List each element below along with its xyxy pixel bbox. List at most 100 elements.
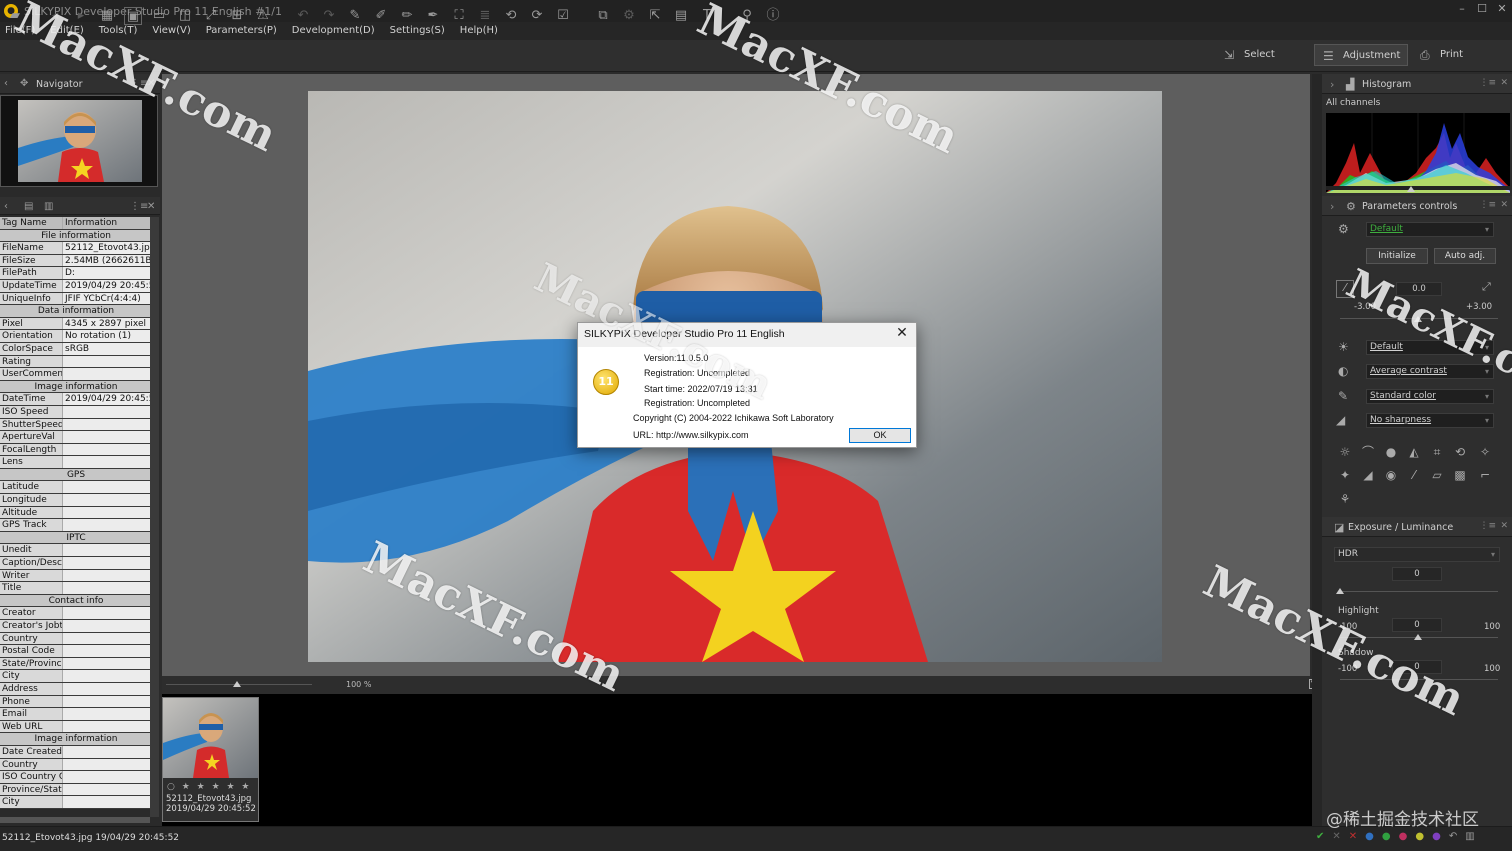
info-row[interactable]: Creator [0, 607, 150, 620]
warning-icon[interactable]: ⚠ [254, 7, 272, 25]
auto-exposure-icon[interactable]: ⤢ [1482, 280, 1491, 294]
info-hscrollbar[interactable] [0, 817, 150, 823]
status-yellow-icon[interactable]: ● [1415, 831, 1424, 842]
info-section-row[interactable]: Image information [0, 380, 150, 394]
params-expand-icon[interactable]: › [1330, 200, 1334, 213]
minimize-button[interactable]: – [1452, 2, 1472, 18]
info-row[interactable]: Caption/Descri [0, 557, 150, 570]
rotate-right-icon[interactable]: ⟳ [528, 7, 546, 25]
status-trash-icon[interactable]: ▥ [1465, 831, 1474, 842]
info-menu-icon[interactable]: ⋮≡ [130, 201, 148, 212]
dialog-url[interactable]: URL: http://www.silkypix.com [633, 430, 749, 440]
redo-icon[interactable]: ↷ [320, 7, 338, 25]
info-row[interactable]: Latitude [0, 481, 150, 495]
info-value[interactable] [63, 405, 150, 418]
hdr-slider-knob[interactable] [1336, 588, 1344, 594]
info-row[interactable]: Orientation No rotation (1) [0, 330, 150, 343]
brush-tool-icon[interactable]: ⁄ [1405, 466, 1423, 484]
info-value[interactable] [63, 796, 150, 808]
color-dropdown[interactable]: Standard color ▾ [1366, 389, 1494, 404]
save-icon[interactable]: ▰ [6, 7, 24, 25]
info-row[interactable]: Date Created [0, 745, 150, 759]
status-pink-icon[interactable]: ● [1399, 831, 1408, 842]
info-value[interactable] [63, 645, 150, 657]
info-row[interactable]: ShutterSpeed [0, 418, 150, 432]
info-scrollbar[interactable] [150, 217, 159, 817]
pen-icon[interactable]: ✒ [424, 7, 442, 25]
info-row[interactable]: Web URL [0, 720, 150, 734]
eraser-tool-icon[interactable]: ▱ [1428, 466, 1446, 484]
info-row[interactable]: Altitude [0, 506, 150, 520]
histogram-range-bar[interactable] [1326, 186, 1510, 190]
info-value[interactable] [63, 557, 150, 569]
info-row[interactable]: Rating [0, 355, 150, 369]
expand-icon[interactable]: › [1330, 78, 1334, 91]
text-tool-icon[interactable]: T [698, 7, 716, 25]
hdr-slider-track[interactable] [1340, 591, 1498, 592]
info-row[interactable]: Phone [0, 695, 150, 709]
info-value[interactable] [63, 708, 150, 720]
info-value[interactable]: JFIF YCbCr(4:4:4) [63, 292, 150, 305]
sharpness-dropdown[interactable]: No sharpness ▾ [1366, 413, 1494, 428]
info-close-icon[interactable]: ✕ [147, 201, 155, 212]
rotate-left-icon[interactable]: ⟲ [502, 7, 520, 25]
lens-tool-icon[interactable]: ⌗ [1428, 443, 1446, 461]
info-row[interactable]: FocalLength [0, 443, 150, 457]
single-view-icon[interactable]: ▣ [124, 7, 142, 25]
info-row[interactable]: City [0, 670, 150, 683]
info-row[interactable]: UserComment [0, 368, 150, 381]
info-row[interactable]: FileName 52112_Etovot43.jpg [0, 242, 150, 255]
info-row[interactable]: Pixel 4345 x 2897 pixel [0, 317, 150, 331]
info-value[interactable] [63, 418, 150, 431]
export-icon[interactable]: ⇱ [646, 7, 664, 25]
filmstrip-view-icon[interactable]: ▭ [150, 7, 168, 25]
info-row[interactable]: Email [0, 708, 150, 721]
info-row[interactable]: ColorSpace sRGB [0, 342, 150, 356]
taste-gear-icon[interactable]: ⚙ [1338, 222, 1349, 236]
crop-icon[interactable]: ⌐ [1476, 466, 1494, 484]
info-value[interactable] [63, 582, 150, 594]
info-value[interactable]: D: [63, 267, 150, 279]
curve-tool-icon[interactable]: ⌒ [1359, 443, 1377, 461]
info-value[interactable]: 2019/04/29 20:45:52 [63, 279, 150, 292]
info-row[interactable]: Longitude [0, 494, 150, 507]
close-button[interactable]: ✕ [1492, 2, 1512, 18]
info-value[interactable] [63, 771, 150, 783]
info-row[interactable]: State/Province [0, 657, 150, 671]
tone-dropdown[interactable]: Average contrast ▾ [1366, 364, 1494, 379]
histogram-close-icon[interactable]: ✕ [1500, 78, 1508, 88]
info-value[interactable] [63, 670, 150, 682]
info-row[interactable]: Address [0, 682, 150, 696]
zoom-slider-knob[interactable] [233, 681, 241, 687]
shadow-value[interactable]: 0 [1392, 660, 1442, 674]
info-row[interactable]: ApertureVal [0, 431, 150, 444]
check-icon[interactable]: ☑ [554, 7, 572, 25]
info-value[interactable] [63, 745, 150, 758]
taste-dropdown[interactable]: Default ▾ [1366, 222, 1494, 237]
batch-icon[interactable]: ⚙ [620, 7, 638, 25]
info-row[interactable]: UniqueInfo JFIF YCbCr(4:4:4) [0, 292, 150, 306]
info-value[interactable] [63, 607, 150, 619]
info-row[interactable]: Country [0, 758, 150, 772]
compare-view-icon[interactable]: ◫ [176, 7, 194, 25]
info-value[interactable] [63, 758, 150, 771]
film-thumbnail[interactable]: ○ ★ ★ ★ ★ ★ 52112_Etovot43.jpg 2019/04/2… [162, 697, 259, 822]
exposure-menu-icon[interactable]: ⋮≡ [1479, 521, 1496, 531]
info-value[interactable]: No rotation (1) [63, 330, 150, 342]
info-tab2-icon[interactable]: ▥ [44, 201, 53, 212]
info-value[interactable] [63, 544, 150, 557]
info-value[interactable]: 52112_Etovot43.jpg [63, 242, 150, 254]
gradient-tool-icon[interactable]: ◢ [1359, 466, 1377, 484]
hdr-dropdown[interactable]: HDR ▾ [1334, 547, 1500, 562]
info-value[interactable] [63, 494, 150, 506]
info-value[interactable] [63, 519, 150, 531]
info-row[interactable]: Title [0, 582, 150, 595]
info-value[interactable] [63, 720, 150, 733]
highlight-slider-knob[interactable] [1414, 634, 1422, 640]
status-purple-icon[interactable]: ● [1432, 831, 1441, 842]
forward-icon[interactable]: ▸ [72, 7, 90, 25]
status-undo-icon[interactable]: ↶ [1449, 831, 1457, 842]
crop-tool-icon[interactable]: ⛶ [450, 7, 468, 25]
info-value[interactable] [63, 632, 150, 645]
info-row[interactable]: Postal Code [0, 645, 150, 658]
